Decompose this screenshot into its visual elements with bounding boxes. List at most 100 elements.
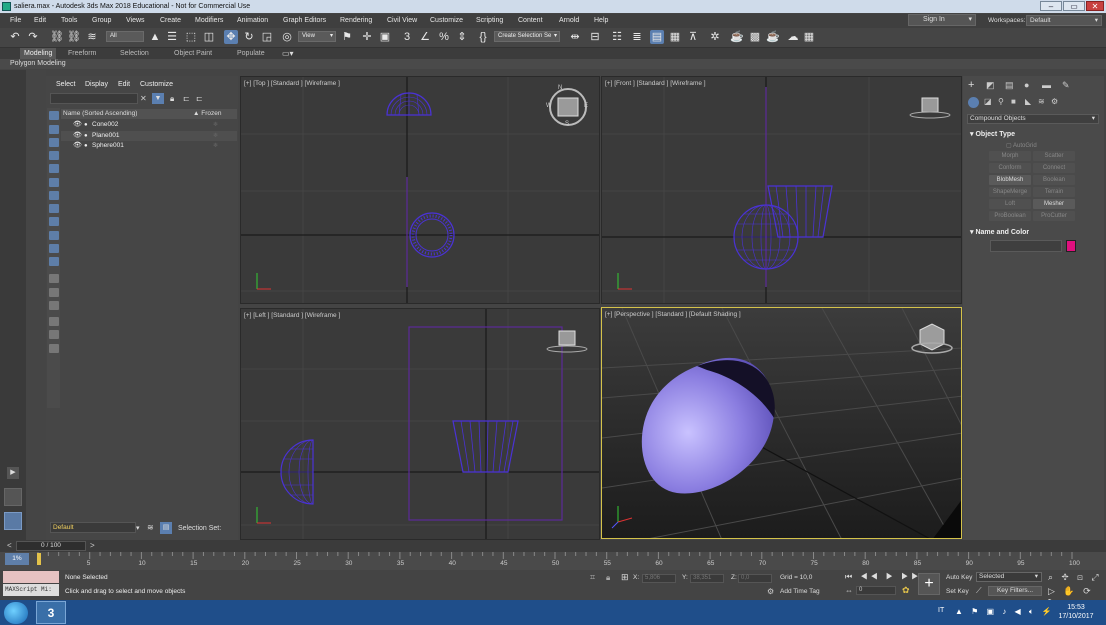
viewport-top-label[interactable]: [+] [Top ] [Standard ] [Wireframe ]: [244, 80, 340, 87]
material-editor-icon[interactable]: ✲: [708, 30, 722, 44]
display-filter-icon[interactable]: [49, 244, 59, 253]
absolute-mode-icon[interactable]: ⊞: [621, 572, 629, 583]
viewport-layout-icon[interactable]: [4, 488, 22, 506]
explorer-column-header[interactable]: Name (Sorted Ascending) ▲ Frozen: [61, 109, 237, 119]
track-bar-badge[interactable]: 1%: [5, 553, 29, 565]
utilities-tab-icon[interactable]: ✎: [1062, 80, 1070, 91]
menu-group[interactable]: Group: [92, 15, 111, 27]
curve-editor-icon[interactable]: ▦: [668, 30, 682, 44]
ribbon-options-icon[interactable]: ▭▾: [282, 49, 294, 58]
layer-explorer-icon[interactable]: ≣: [630, 30, 644, 44]
modify-tab-icon[interactable]: ◩: [986, 80, 995, 91]
app-icon[interactable]: [2, 2, 11, 11]
create-tab-icon[interactable]: +: [968, 79, 974, 91]
ribbon-tab-modeling[interactable]: Modeling: [20, 48, 57, 59]
display-filter-icon[interactable]: [49, 217, 59, 226]
rectangular-selection-icon[interactable]: ⬚: [184, 30, 198, 44]
viewport-navigation-controls[interactable]: ⌕ ✥ ⊡ ⤢: [1048, 572, 1102, 583]
previous-frame-icon[interactable]: <: [7, 541, 12, 550]
taskbar-clock[interactable]: 15:53 17/10/2017: [1056, 603, 1096, 621]
object-color-swatch[interactable]: [1066, 240, 1076, 252]
menu-edit[interactable]: Edit: [34, 15, 46, 27]
isolate-selection-icon[interactable]: ⌗: [590, 572, 595, 583]
close-icon[interactable]: ✕: [140, 94, 147, 103]
explorer-menu-customize[interactable]: Customize: [140, 81, 173, 89]
ribbon-tab-object-paint[interactable]: Object Paint: [174, 48, 212, 59]
link-icon[interactable]: ⛓: [50, 30, 64, 44]
terrain-button[interactable]: Terrain: [1033, 187, 1075, 197]
scene-explorer-toggle-icon[interactable]: ☷: [610, 30, 624, 44]
frozen-toggle-icon[interactable]: ❄: [213, 131, 218, 141]
viewcube[interactable]: [546, 330, 588, 353]
time-configuration-icon[interactable]: ✿: [902, 585, 910, 596]
window-crossing-icon[interactable]: ◫: [202, 30, 216, 44]
render-production-icon[interactable]: ☕: [766, 30, 780, 44]
blobmesh-button[interactable]: BlobMesh: [989, 175, 1031, 185]
selection-lock-icon[interactable]: 🔒︎: [606, 573, 610, 583]
procutter-button[interactable]: ProCutter: [1033, 211, 1075, 221]
ribbon-tab-freeform[interactable]: Freeform: [68, 48, 96, 59]
loft-button[interactable]: Loft: [989, 199, 1031, 209]
redo-icon[interactable]: ↷: [26, 30, 40, 44]
layers-icon[interactable]: ≋: [147, 523, 154, 532]
minimize-button[interactable]: –: [1040, 1, 1062, 11]
snaps-toggle-icon[interactable]: 3: [400, 30, 414, 44]
undo-icon[interactable]: ↶: [8, 30, 22, 44]
boolean-button[interactable]: Boolean: [1033, 175, 1075, 185]
menu-customize[interactable]: Customize: [430, 15, 463, 27]
rendered-frame-window-icon[interactable]: ▩: [748, 30, 762, 44]
language-indicator[interactable]: IT: [938, 607, 944, 614]
list-item[interactable]: 👁︎ ● Cone002 ❄: [61, 120, 237, 130]
object-name-input[interactable]: [990, 240, 1062, 252]
default-in-out-tangents-icon[interactable]: ⟋: [976, 586, 982, 596]
menu-content[interactable]: Content: [518, 15, 543, 27]
select-and-rotate-icon[interactable]: ↻: [242, 30, 256, 44]
close-button[interactable]: ✕: [1086, 1, 1104, 11]
schematic-view-icon[interactable]: ⊼: [686, 30, 700, 44]
menu-help[interactable]: Help: [594, 15, 608, 27]
menu-modifiers[interactable]: Modifiers: [195, 15, 223, 27]
display-filter-icon[interactable]: [49, 231, 59, 240]
select-and-scale-icon[interactable]: ◲: [260, 30, 274, 44]
mesher-button[interactable]: Mesher: [1033, 199, 1075, 209]
ribbon-tab-populate[interactable]: Populate: [237, 48, 265, 59]
key-filters-button[interactable]: Key Filters...: [988, 586, 1042, 596]
angle-snap-icon[interactable]: ∠: [418, 30, 432, 44]
menu-civil-view[interactable]: Civil View: [387, 15, 417, 27]
menu-create[interactable]: Create: [160, 15, 181, 27]
render-in-cloud-icon[interactable]: ☁: [786, 30, 800, 44]
menu-file[interactable]: File: [10, 15, 21, 27]
current-frame-marker[interactable]: [37, 553, 41, 565]
ribbon-tab-selection[interactable]: Selection: [120, 48, 149, 59]
motion-tab-icon[interactable]: ●: [1024, 80, 1029, 90]
viewcube-compass[interactable]: [549, 88, 587, 126]
explorer-search-input[interactable]: [50, 93, 138, 104]
select-and-move-icon[interactable]: ✥: [224, 30, 238, 44]
viewport-left-label[interactable]: [+] [Left ] [Standard ] [Wireframe ]: [244, 312, 340, 319]
name-and-color-rollout[interactable]: ▾ Name and Color: [970, 228, 1029, 236]
sign-in-button[interactable]: Sign In ▾: [908, 14, 976, 26]
hierarchy-icon[interactable]: ⊏: [183, 94, 190, 103]
connect-button[interactable]: Connect: [1033, 163, 1075, 173]
viewport-left[interactable]: [+] [Left ] [Standard ] [Wireframe ]: [240, 308, 600, 540]
systems-icon[interactable]: ⚙: [1051, 97, 1058, 106]
lights-icon[interactable]: ⚲: [998, 97, 1004, 106]
space-warps-icon[interactable]: ≋: [1038, 97, 1045, 106]
filter-icon[interactable]: ▼: [152, 93, 164, 104]
align-icon[interactable]: ⊟: [588, 30, 602, 44]
display-filter-icon[interactable]: [49, 257, 59, 266]
display-filter-icon[interactable]: [49, 151, 59, 160]
named-selection-set-dropdown[interactable]: Create Selection Se ▾: [494, 31, 560, 42]
key-mode-toggle-icon[interactable]: ⇔: [845, 586, 853, 595]
frozen-toggle-icon[interactable]: ❄: [213, 120, 218, 130]
display-filter-icon[interactable]: [49, 125, 59, 134]
reference-coordinate-dropdown[interactable]: View ▾: [298, 31, 336, 42]
menu-scripting[interactable]: Scripting: [476, 15, 503, 27]
spinner-snap-icon[interactable]: ⇕: [455, 30, 469, 44]
shapemerge-button[interactable]: ShapeMerge: [989, 187, 1031, 197]
shapes-icon[interactable]: ◪: [984, 97, 992, 106]
select-by-name-icon[interactable]: ☰: [165, 30, 179, 44]
viewport-perspective-label[interactable]: [+] [Perspective ] [Standard ] [Default …: [605, 311, 741, 318]
play-expand-icon[interactable]: ▶: [7, 467, 19, 479]
taskbar-3dsmax-icon[interactable]: 3: [36, 601, 66, 624]
